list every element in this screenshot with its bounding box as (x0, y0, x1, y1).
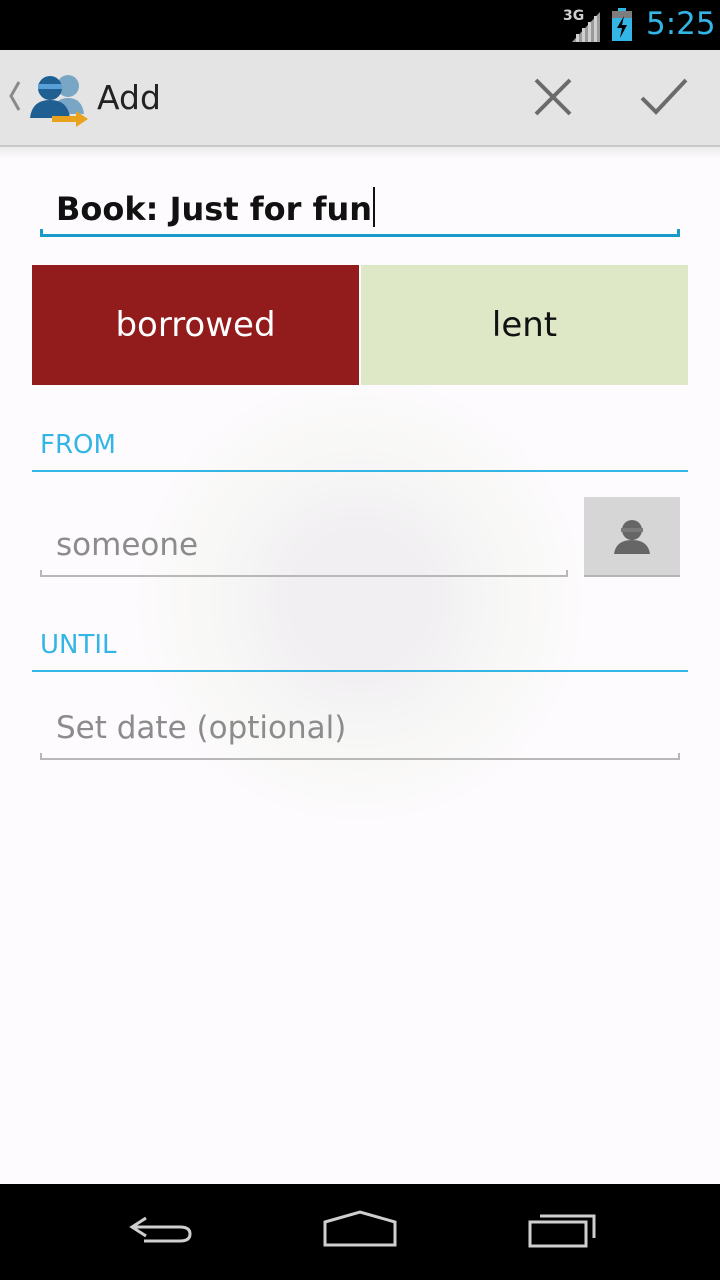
toggle-option-borrowed[interactable]: borrowed (32, 265, 359, 385)
checkmark-icon[interactable] (632, 70, 696, 124)
clock: 5:25 (646, 6, 716, 42)
action-bar: Add (0, 50, 720, 147)
from-section-divider (32, 470, 688, 472)
date-input[interactable]: Set date (optional) (40, 698, 680, 760)
navigation-bar (0, 1184, 720, 1280)
toggle-option-lent[interactable]: lent (361, 265, 688, 385)
app-people-exchange-icon[interactable] (26, 70, 92, 128)
person-input[interactable]: someone (40, 515, 568, 577)
item-title-text: Book: Just for fun (56, 190, 373, 228)
borrowed-lent-toggle: borrowed lent (32, 265, 688, 385)
from-section-label: FROM (40, 430, 116, 460)
date-underline (40, 753, 680, 760)
back-icon[interactable] (124, 1208, 196, 1248)
home-icon[interactable] (322, 1208, 398, 1248)
pick-contact-button[interactable] (584, 497, 680, 577)
date-placeholder: Set date (optional) (56, 710, 347, 746)
close-icon[interactable] (526, 70, 580, 124)
action-bar-shadow (0, 147, 720, 159)
until-section-label: UNTIL (40, 630, 117, 660)
status-bar: 3G 5:25 (0, 0, 720, 50)
back-chevron-icon[interactable] (7, 78, 23, 114)
page-title: Add (97, 78, 161, 117)
person-underline (40, 570, 568, 577)
text-cursor (373, 187, 376, 227)
until-section-divider (32, 670, 688, 672)
item-title-input[interactable]: Book: Just for fun (40, 175, 680, 237)
person-placeholder: someone (56, 527, 199, 563)
battery-charging-icon (612, 8, 632, 41)
contact-person-icon (614, 520, 650, 554)
title-underline (40, 229, 680, 237)
recent-apps-icon[interactable] (526, 1208, 598, 1248)
signal-icon (572, 12, 600, 42)
